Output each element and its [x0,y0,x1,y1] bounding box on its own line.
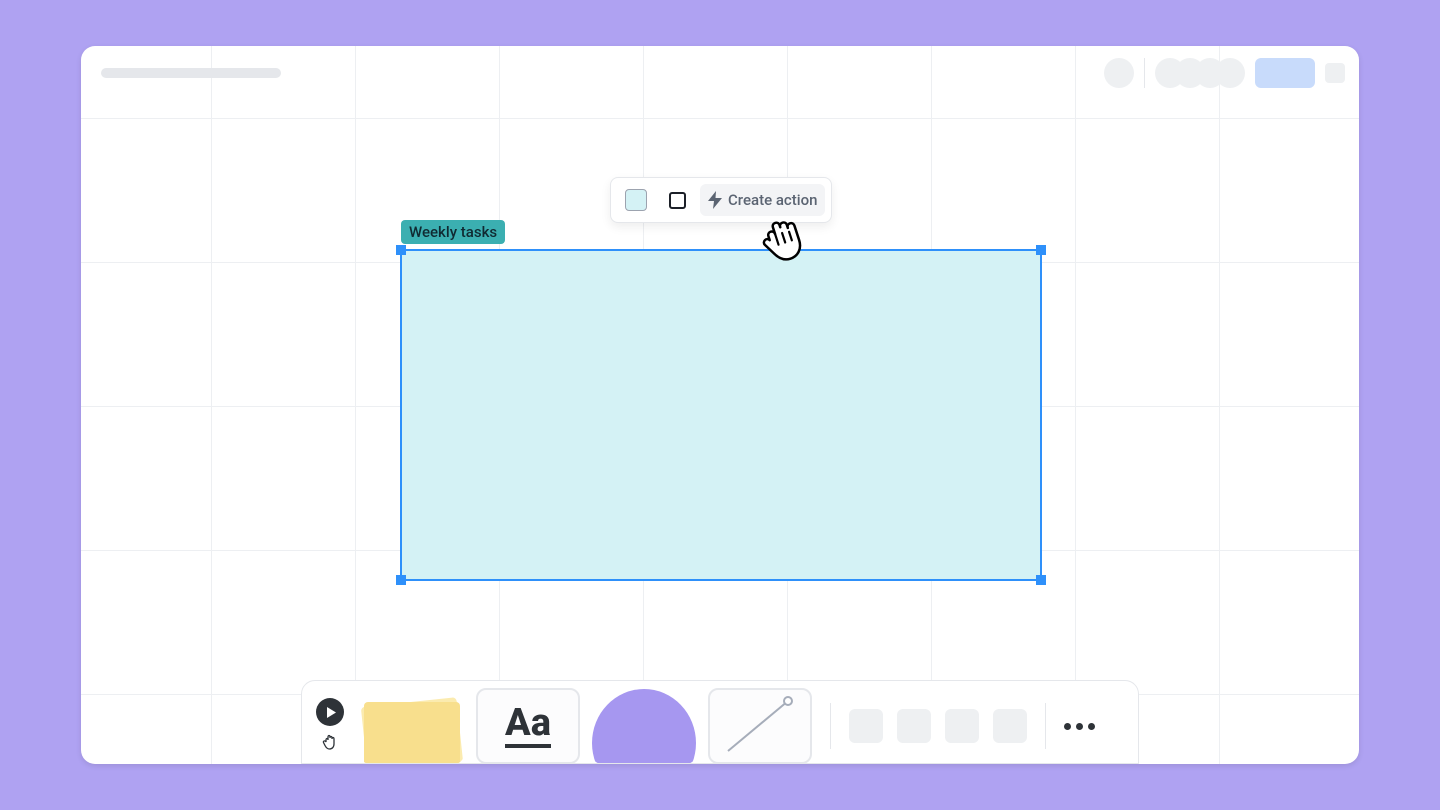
tool-placeholder-button[interactable] [897,709,931,743]
resize-handle-top-right[interactable] [1036,245,1046,255]
pan-tool-button[interactable] [321,732,339,754]
sticky-note-icon [360,688,464,764]
shape-style-button[interactable] [661,184,694,216]
avatar [1215,58,1245,88]
resize-handle-bottom-left[interactable] [396,575,406,585]
grid-line [355,46,356,764]
topbar [81,46,1359,100]
toolbar-divider [1045,703,1046,749]
selected-section-rectangle[interactable] [400,249,1042,581]
color-swatch-icon [625,189,647,211]
board-title-placeholder[interactable] [101,68,281,78]
fill-color-button[interactable] [617,184,655,216]
more-tools-button[interactable] [1064,723,1095,730]
lightning-icon [708,191,722,209]
grid-line [211,46,212,764]
toolbar-divider [830,703,831,749]
collaborators-stack[interactable] [1155,58,1245,88]
share-button[interactable] [1255,58,1315,88]
text-tool-button[interactable]: Aa [476,688,580,764]
current-user-avatar[interactable] [1104,58,1134,88]
app-window: Weekly tasks Create action [81,46,1359,764]
sticky-note-tool-button[interactable] [360,688,464,764]
circle-shape-icon [592,689,696,764]
divider [1144,58,1145,88]
play-cursor-icon [324,706,337,719]
bottom-toolbar: Aa [301,680,1139,764]
extra-tools-group [849,709,1027,743]
dot-icon [1088,723,1095,730]
line-connector-icon [720,693,800,759]
board-menu-button[interactable] [1325,63,1345,83]
cursor-hand-pointer-icon [757,212,809,270]
section-label[interactable]: Weekly tasks [401,220,505,244]
resize-handle-top-left[interactable] [396,245,406,255]
pointer-tool-button[interactable] [316,698,344,726]
resize-handle-bottom-right[interactable] [1036,575,1046,585]
shape-tool-button[interactable] [592,688,696,764]
tool-placeholder-button[interactable] [849,709,883,743]
create-action-label: Create action [728,191,817,209]
hand-icon [321,732,339,750]
connector-tool-button[interactable] [708,688,812,764]
cursor-mode-toggles [316,698,348,754]
grid-line [81,118,1359,119]
dot-icon [1064,723,1071,730]
tool-placeholder-button[interactable] [945,709,979,743]
grid-line [1219,46,1220,764]
tool-placeholder-button[interactable] [993,709,1027,743]
topbar-right [1104,58,1345,88]
dot-icon [1076,723,1083,730]
grid-line [1075,46,1076,764]
text-tool-icon: Aa [505,704,551,748]
square-icon [669,192,686,209]
